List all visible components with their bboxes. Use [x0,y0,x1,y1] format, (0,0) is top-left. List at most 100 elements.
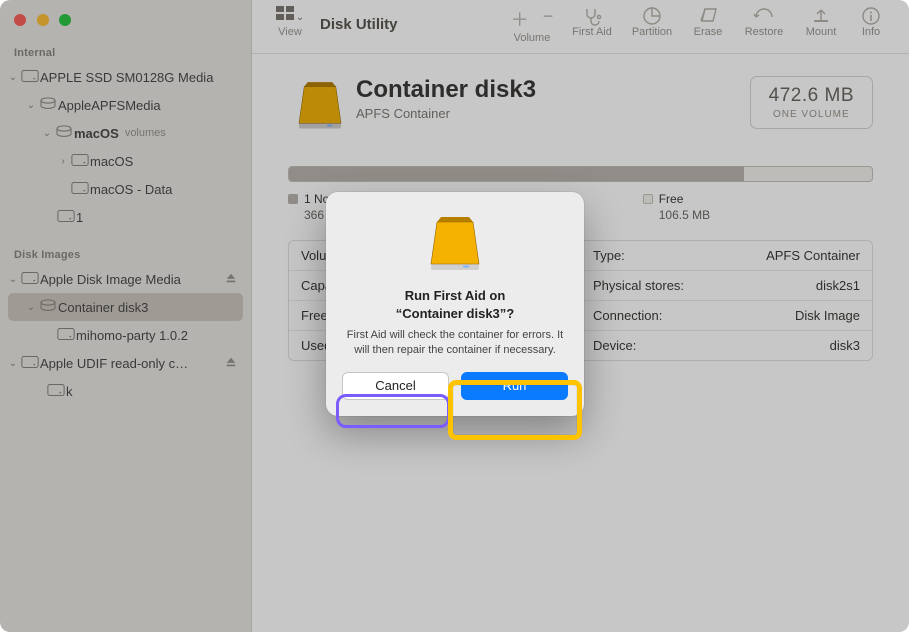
prop-key: Physical stores: [593,278,684,293]
toolbar-restore[interactable]: Restore [737,6,791,38]
dialog-body: First Aid will check the container for e… [342,328,568,358]
first-aid-dialog: Run First Aid on“Container disk3”? First… [326,192,584,416]
sidebar-item-caption: volumes [125,127,166,139]
prop-key: Type: [593,248,625,263]
app-title: Disk Utility [320,16,398,33]
prop-key: Device: [593,338,636,353]
chevron-down-icon[interactable]: ⌄ [6,72,20,83]
toolbar: ⌄ View Disk Utility ＋− Volume First Aid … [252,0,909,54]
page-subtitle: APFS Container [356,106,750,121]
minimize-icon[interactable] [37,14,49,26]
usage-bar [288,166,873,182]
run-button[interactable]: Run [461,372,568,400]
erase-icon [697,6,719,26]
toolbar-volume[interactable]: ＋− Volume [505,6,559,44]
chevron-down-icon[interactable]: ⌄ [40,128,54,139]
drive-icon [56,209,76,225]
chevron-down-icon[interactable]: ⌄ [24,100,38,111]
toolbar-label: Mount [806,26,837,38]
sidebar-item-label: Apple Disk Image Media [40,272,225,287]
toolbar-mount[interactable]: Mount [797,6,845,38]
sidebar-item-label: k [66,384,243,399]
toolbar-label: Info [862,26,880,38]
sidebar-item-label: Container disk3 [58,300,235,315]
sidebar-item-label: AppleAPFSMedia [58,98,243,113]
drive-icon [20,355,40,371]
drive-icon [70,153,90,169]
chevron-down-icon[interactable]: ⌄ [24,302,38,313]
toolbar-label: Volume [514,32,551,44]
sidebar-item-label: Apple UDIF read-only c… [40,356,225,371]
sidebar-item-k[interactable]: k [0,377,251,405]
drive-icon [56,327,76,343]
chevron-down-icon[interactable]: ⌄ [6,358,20,369]
toolbar-info[interactable]: Info [851,6,891,38]
sidebar-item-mihomo[interactable]: mihomo-party 1.0.2 [0,321,251,349]
dialog-title: Run First Aid on“Container disk3”? [342,287,568,322]
legend-label: Free [659,192,684,206]
sidebar-item-label: 1 [76,210,243,225]
sidebar-item-macos-data[interactable]: macOS - Data [0,175,251,203]
prop-value: disk3 [830,338,860,353]
sidebar-item-label: macOS - Data [90,182,243,197]
toolbar-first-aid[interactable]: First Aid [565,6,619,38]
drive-icon [70,181,90,197]
sidebar-item-macos-container[interactable]: ⌄ macOS volumes [0,119,251,147]
sidebar-item-label: macOS [90,154,243,169]
cancel-button[interactable]: Cancel [342,372,449,400]
toolbar-label: View [278,26,302,38]
toolbar-partition[interactable]: Partition [625,6,679,38]
close-icon[interactable] [14,14,26,26]
restore-icon [753,6,775,26]
external-disk-icon [288,76,352,132]
sidebar-item-apple-dmg[interactable]: ⌄ Apple Disk Image Media [0,265,251,293]
capacity-box: 472.6 MB ONE VOLUME [750,76,873,129]
legend-value: 106.5 MB [659,208,710,222]
stack-icon [38,299,58,316]
toolbar-view[interactable]: ⌄ View [266,6,314,38]
sidebar-heading-internal: Internal [0,39,251,63]
sidebar: Internal ⌄ APPLE SSD SM0128G Media ⌄ App… [0,0,252,632]
chevron-right-icon[interactable]: › [56,156,70,167]
sidebar-item-ssd[interactable]: ⌄ APPLE SSD SM0128G Media [0,63,251,91]
stack-icon [54,125,74,142]
toolbar-erase[interactable]: Erase [685,6,731,38]
prop-value: Disk Image [795,308,860,323]
prop-value: APFS Container [766,248,860,263]
usage-bar-used [289,167,744,181]
drive-icon [46,383,66,399]
page-title: Container disk3 [356,76,750,104]
sidebar-item-label: macOS [74,126,119,141]
window-controls [0,8,251,39]
toolbar-label: Erase [694,26,723,38]
legend-swatch-used [288,194,298,204]
sidebar-item-label: mihomo-party 1.0.2 [76,328,243,343]
eject-icon[interactable] [225,356,243,371]
prop-value: disk2s1 [816,278,860,293]
toolbar-label: Restore [745,26,784,38]
toolbar-label: First Aid [572,26,612,38]
sidebar-item-label: APPLE SSD SM0128G Media [40,70,243,85]
capacity-value: 472.6 MB [769,85,854,107]
info-icon [861,6,881,26]
mount-icon [811,6,831,26]
sidebar-heading-images: Disk Images [0,241,251,265]
view-grid-icon: ⌄ [276,6,304,25]
sidebar-item-macos-volume[interactable]: › macOS [0,147,251,175]
toolbar-label: Partition [632,26,672,38]
drive-icon [20,69,40,85]
sidebar-item-container-disk3[interactable]: ⌄ Container disk3 [8,293,243,321]
eject-icon[interactable] [225,272,243,287]
sidebar-item-apfs-media[interactable]: ⌄ AppleAPFSMedia [0,91,251,119]
legend-swatch-free [643,194,653,204]
capacity-caption: ONE VOLUME [769,109,854,120]
prop-key: Connection: [593,308,662,323]
partition-icon [642,6,662,26]
sidebar-item-udif[interactable]: ⌄ Apple UDIF read-only c… [0,349,251,377]
external-disk-icon [423,210,487,274]
chevron-down-icon[interactable]: ⌄ [6,274,20,285]
plus-minus-icon: ＋− [508,6,556,32]
stack-icon [38,97,58,114]
sidebar-item-volume-1[interactable]: 1 [0,203,251,231]
zoom-icon[interactable] [59,14,71,26]
